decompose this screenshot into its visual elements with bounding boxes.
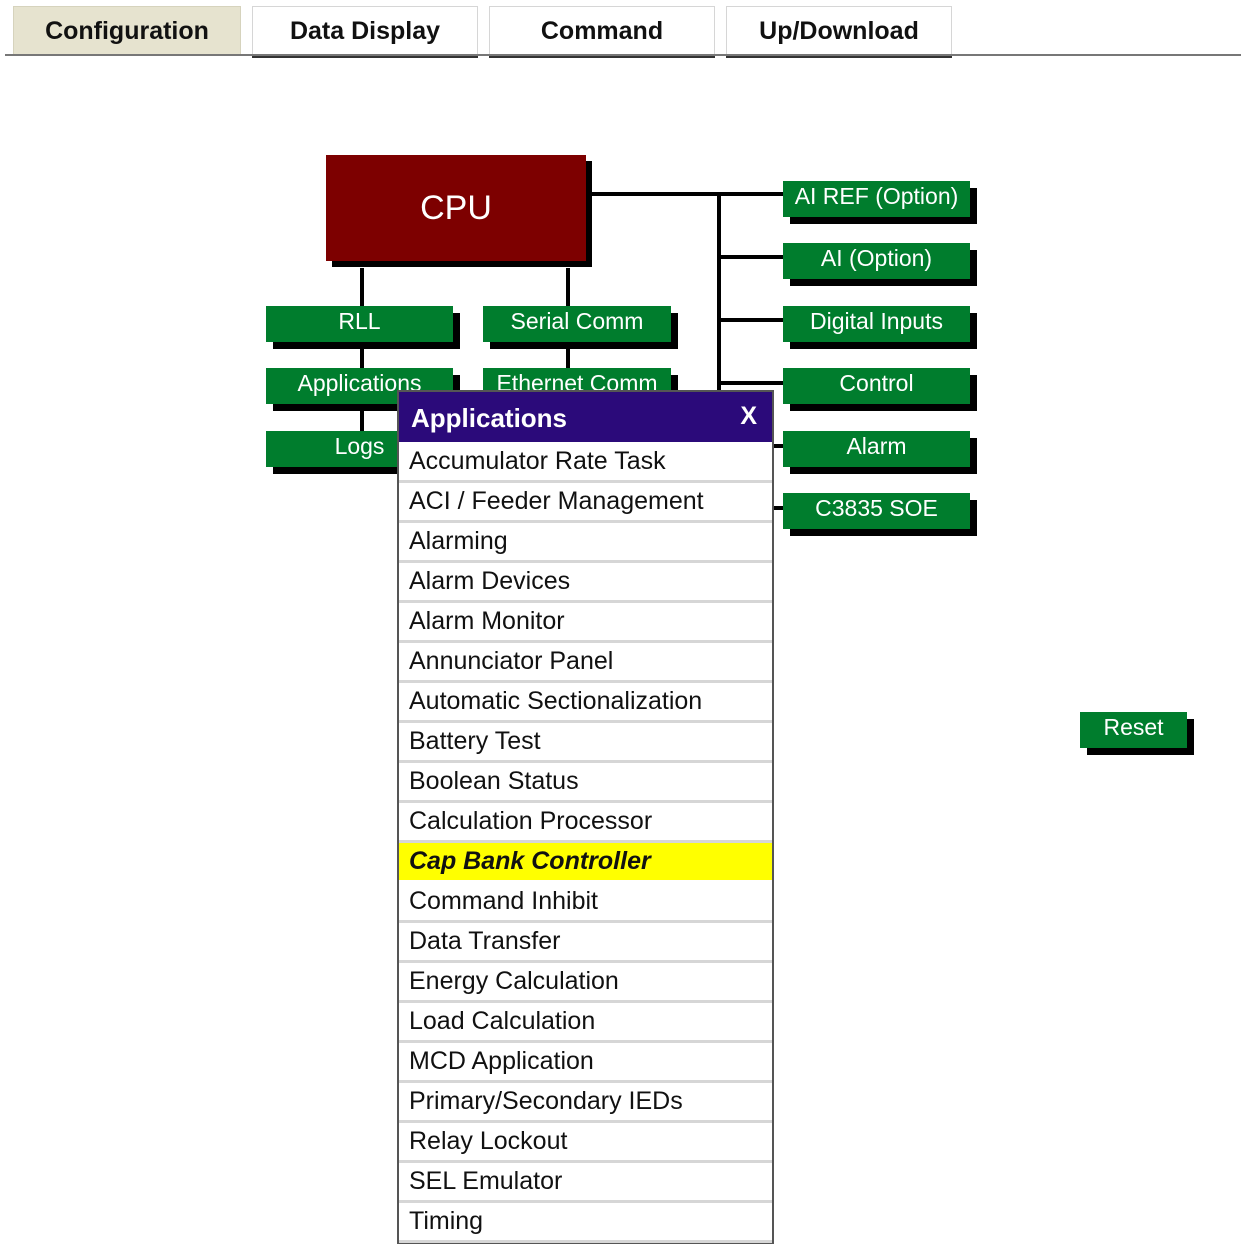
popup-title: Applications — [411, 403, 568, 433]
list-item-relay-lockout[interactable]: Relay Lockout — [399, 1123, 772, 1163]
list-item-alarm-devices[interactable]: Alarm Devices — [399, 563, 772, 603]
list-item-alarming[interactable]: Alarming — [399, 523, 772, 563]
connector-line — [360, 268, 364, 438]
list-item-aci-feeder-management[interactable]: ACI / Feeder Management — [399, 483, 772, 523]
alarm-button[interactable]: Alarm — [783, 431, 970, 467]
control-label: Control — [839, 370, 914, 396]
list-item-alarm-monitor[interactable]: Alarm Monitor — [399, 603, 772, 643]
serial-comm-button[interactable]: Serial Comm — [483, 306, 671, 342]
tab-bar-divider — [5, 54, 1241, 56]
tab-command-label: Command — [540, 16, 664, 45]
logs-label: Logs — [334, 433, 385, 459]
list-item-command-inhibit[interactable]: Command Inhibit — [399, 883, 772, 923]
connector-line — [719, 318, 784, 322]
alarm-label: Alarm — [846, 433, 907, 459]
tab-configuration[interactable]: Configuration — [13, 6, 241, 55]
applications-popup: Applications X Accumulator Rate Task ACI… — [397, 390, 774, 1244]
list-item-boolean-status[interactable]: Boolean Status — [399, 763, 772, 803]
rll-label: RLL — [338, 308, 381, 334]
cpu-label: CPU — [420, 188, 492, 227]
list-item-data-transfer[interactable]: Data Transfer — [399, 923, 772, 963]
c3835-soe-button[interactable]: C3835 SOE — [783, 493, 970, 529]
reset-button[interactable]: Reset — [1080, 712, 1187, 748]
control-button[interactable]: Control — [783, 368, 970, 404]
serial-comm-label: Serial Comm — [510, 308, 644, 334]
digital-inputs-label: Digital Inputs — [810, 308, 943, 334]
ai-option-label: AI (Option) — [820, 245, 933, 271]
cpu-block[interactable]: CPU — [326, 155, 586, 261]
ai-ref-option-label: AI REF (Option) — [794, 183, 959, 209]
tab-data-display-label: Data Display — [289, 16, 441, 45]
reset-label: Reset — [1103, 714, 1164, 740]
connector-line — [719, 255, 784, 259]
list-item-accumulator-rate-task[interactable]: Accumulator Rate Task — [399, 443, 772, 483]
ai-option-button[interactable]: AI (Option) — [783, 243, 970, 279]
popup-header: Applications X — [399, 392, 772, 442]
tab-up-download[interactable]: Up/Download — [726, 6, 952, 58]
list-item-calculation-processor[interactable]: Calculation Processor — [399, 803, 772, 843]
applications-list: Accumulator Rate Task ACI / Feeder Manag… — [399, 443, 772, 1243]
ai-ref-option-button[interactable]: AI REF (Option) — [783, 181, 970, 217]
tab-command[interactable]: Command — [489, 6, 715, 58]
list-item-load-calculation[interactable]: Load Calculation — [399, 1003, 772, 1043]
list-item-energy-calculation[interactable]: Energy Calculation — [399, 963, 772, 1003]
connector-line — [592, 192, 784, 196]
list-item-annunciator-panel[interactable]: Annunciator Panel — [399, 643, 772, 683]
close-icon[interactable]: X — [740, 402, 757, 431]
list-item-timing[interactable]: Timing — [399, 1203, 772, 1243]
list-item-automatic-sectionalization[interactable]: Automatic Sectionalization — [399, 683, 772, 723]
tab-configuration-label: Configuration — [45, 16, 209, 45]
digital-inputs-button[interactable]: Digital Inputs — [783, 306, 970, 342]
list-item-battery-test[interactable]: Battery Test — [399, 723, 772, 763]
list-item-primary-secondary-ieds[interactable]: Primary/Secondary IEDs — [399, 1083, 772, 1123]
c3835-soe-label: C3835 SOE — [815, 495, 938, 521]
list-item-sel-emulator[interactable]: SEL Emulator — [399, 1163, 772, 1203]
tab-up-download-label: Up/Download — [759, 16, 919, 45]
list-item-cap-bank-controller[interactable]: Cap Bank Controller — [399, 843, 772, 883]
list-item-mcd-application[interactable]: MCD Application — [399, 1043, 772, 1083]
connector-line — [719, 381, 784, 385]
rll-button[interactable]: RLL — [266, 306, 453, 342]
tab-bar: Configuration Data Display Command Up/Do… — [0, 0, 1241, 58]
tab-data-display[interactable]: Data Display — [252, 6, 478, 58]
